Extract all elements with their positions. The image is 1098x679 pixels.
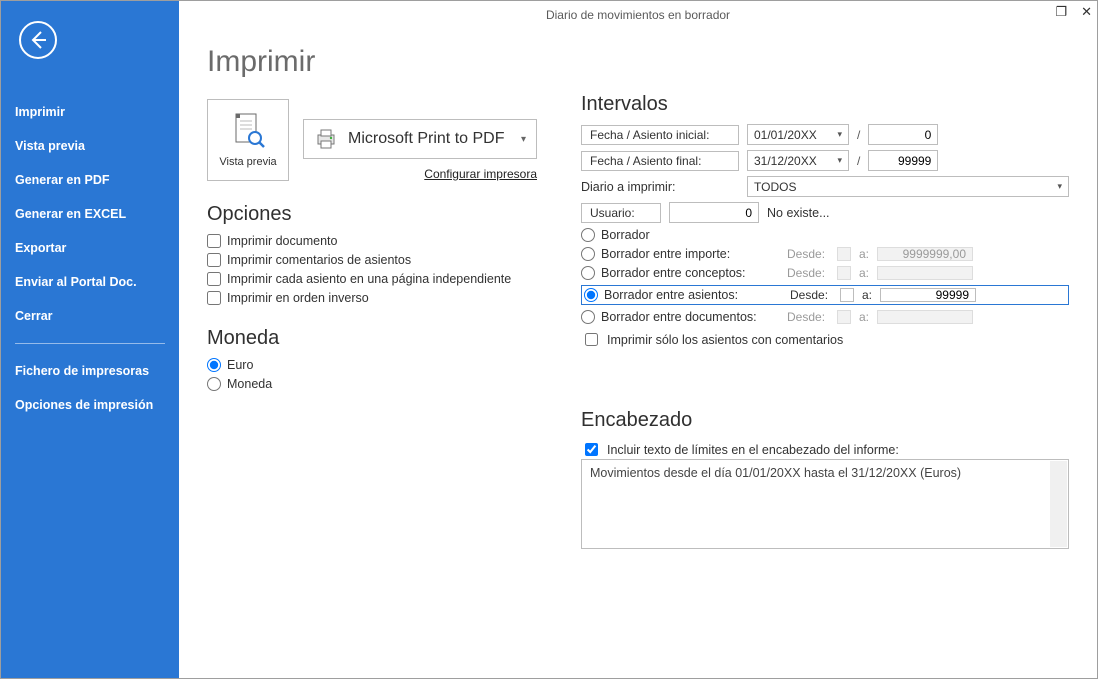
scrollbar[interactable] — [1050, 461, 1067, 547]
chevron-down-icon: ▾ — [837, 129, 842, 140]
chk-include-header[interactable]: Incluir texto de límites en el encabezad… — [581, 440, 1069, 459]
start-asiento-input[interactable] — [868, 124, 938, 145]
conceptos-from-input — [837, 266, 851, 280]
sidebar-item-generar-pdf[interactable]: Generar en PDF — [1, 163, 179, 197]
diario-label: Diario a imprimir: — [581, 180, 739, 194]
usuario-label-button[interactable]: Usuario: — [581, 203, 661, 223]
printer-icon — [314, 127, 338, 151]
sidebar-item-opciones-impresion[interactable]: Opciones de impresión — [1, 388, 179, 422]
sidebar-separator — [15, 343, 165, 344]
document-search-icon — [230, 112, 266, 152]
radio-borrador[interactable] — [581, 228, 595, 242]
sidebar: Imprimir Vista previa Generar en PDF Gen… — [1, 1, 179, 678]
preview-label: Vista previa — [219, 156, 276, 168]
header-text-content: Movimientos desde el día 01/01/20XX hast… — [590, 466, 961, 480]
conceptos-to-input — [877, 266, 973, 280]
radio-asientos[interactable] — [584, 288, 598, 302]
sidebar-item-vista-previa[interactable]: Vista previa — [1, 129, 179, 163]
back-button[interactable] — [19, 21, 57, 59]
printer-name: Microsoft Print to PDF — [348, 130, 504, 148]
opt-print-document[interactable]: Imprimir documento — [207, 234, 537, 248]
options-heading: Opciones — [207, 203, 537, 226]
slash-separator: / — [857, 154, 860, 168]
sidebar-item-enviar-portal[interactable]: Enviar al Portal Doc. — [1, 265, 179, 299]
currency-moneda[interactable]: Moneda — [207, 377, 537, 391]
usuario-status: No existe... — [767, 206, 830, 220]
asientos-to-input[interactable] — [880, 288, 976, 302]
opt-print-comments[interactable]: Imprimir comentarios de asientos — [207, 253, 537, 267]
radio-importe[interactable] — [581, 247, 595, 261]
preview-button[interactable]: Vista previa — [207, 99, 289, 181]
asientos-from-input[interactable] — [840, 288, 854, 302]
chevron-down-icon: ▾ — [1057, 181, 1062, 192]
start-date-label-button[interactable]: Fecha / Asiento inicial: — [581, 125, 739, 145]
chk-only-comments[interactable]: Imprimir sólo los asientos con comentari… — [581, 330, 1069, 349]
currency-heading: Moneda — [207, 327, 537, 350]
intervals-heading: Intervalos — [581, 93, 1069, 116]
diario-dropdown[interactable]: TODOS▾ — [747, 176, 1069, 197]
page-title: Imprimir — [207, 45, 537, 79]
opt-print-reverse[interactable]: Imprimir en orden inverso — [207, 291, 537, 305]
chevron-down-icon: ▾ — [837, 155, 842, 166]
end-date-label-button[interactable]: Fecha / Asiento final: — [581, 151, 739, 171]
sidebar-item-cerrar[interactable]: Cerrar — [1, 299, 179, 333]
header-textarea[interactable]: Movimientos desde el día 01/01/20XX hast… — [581, 459, 1069, 549]
importe-from-input — [837, 247, 851, 261]
usuario-input[interactable] — [669, 202, 759, 223]
radio-documentos[interactable] — [581, 310, 595, 324]
sidebar-item-generar-excel[interactable]: Generar en EXCEL — [1, 197, 179, 231]
documentos-to-input — [877, 310, 973, 324]
radio-conceptos[interactable] — [581, 266, 595, 280]
importe-to-input — [877, 247, 973, 261]
arrow-left-icon — [26, 28, 50, 52]
sidebar-item-imprimir[interactable]: Imprimir — [1, 95, 179, 129]
end-asiento-input[interactable] — [868, 150, 938, 171]
documentos-from-input — [837, 310, 851, 324]
opt-print-each-page[interactable]: Imprimir cada asiento en una página inde… — [207, 272, 537, 286]
printer-select[interactable]: Microsoft Print to PDF ▾ — [303, 119, 537, 159]
sidebar-item-fichero-impresoras[interactable]: Fichero de impresoras — [1, 354, 179, 388]
configure-printer-link[interactable]: Configurar impresora — [303, 167, 537, 181]
sidebar-item-exportar[interactable]: Exportar — [1, 231, 179, 265]
header-heading: Encabezado — [581, 409, 1069, 432]
end-date-combo[interactable]: 31/12/20XX▾ — [747, 150, 849, 171]
chevron-down-icon: ▾ — [521, 134, 526, 145]
start-date-combo[interactable]: 01/01/20XX▾ — [747, 124, 849, 145]
slash-separator: / — [857, 128, 860, 142]
currency-euro[interactable]: Euro — [207, 358, 537, 372]
